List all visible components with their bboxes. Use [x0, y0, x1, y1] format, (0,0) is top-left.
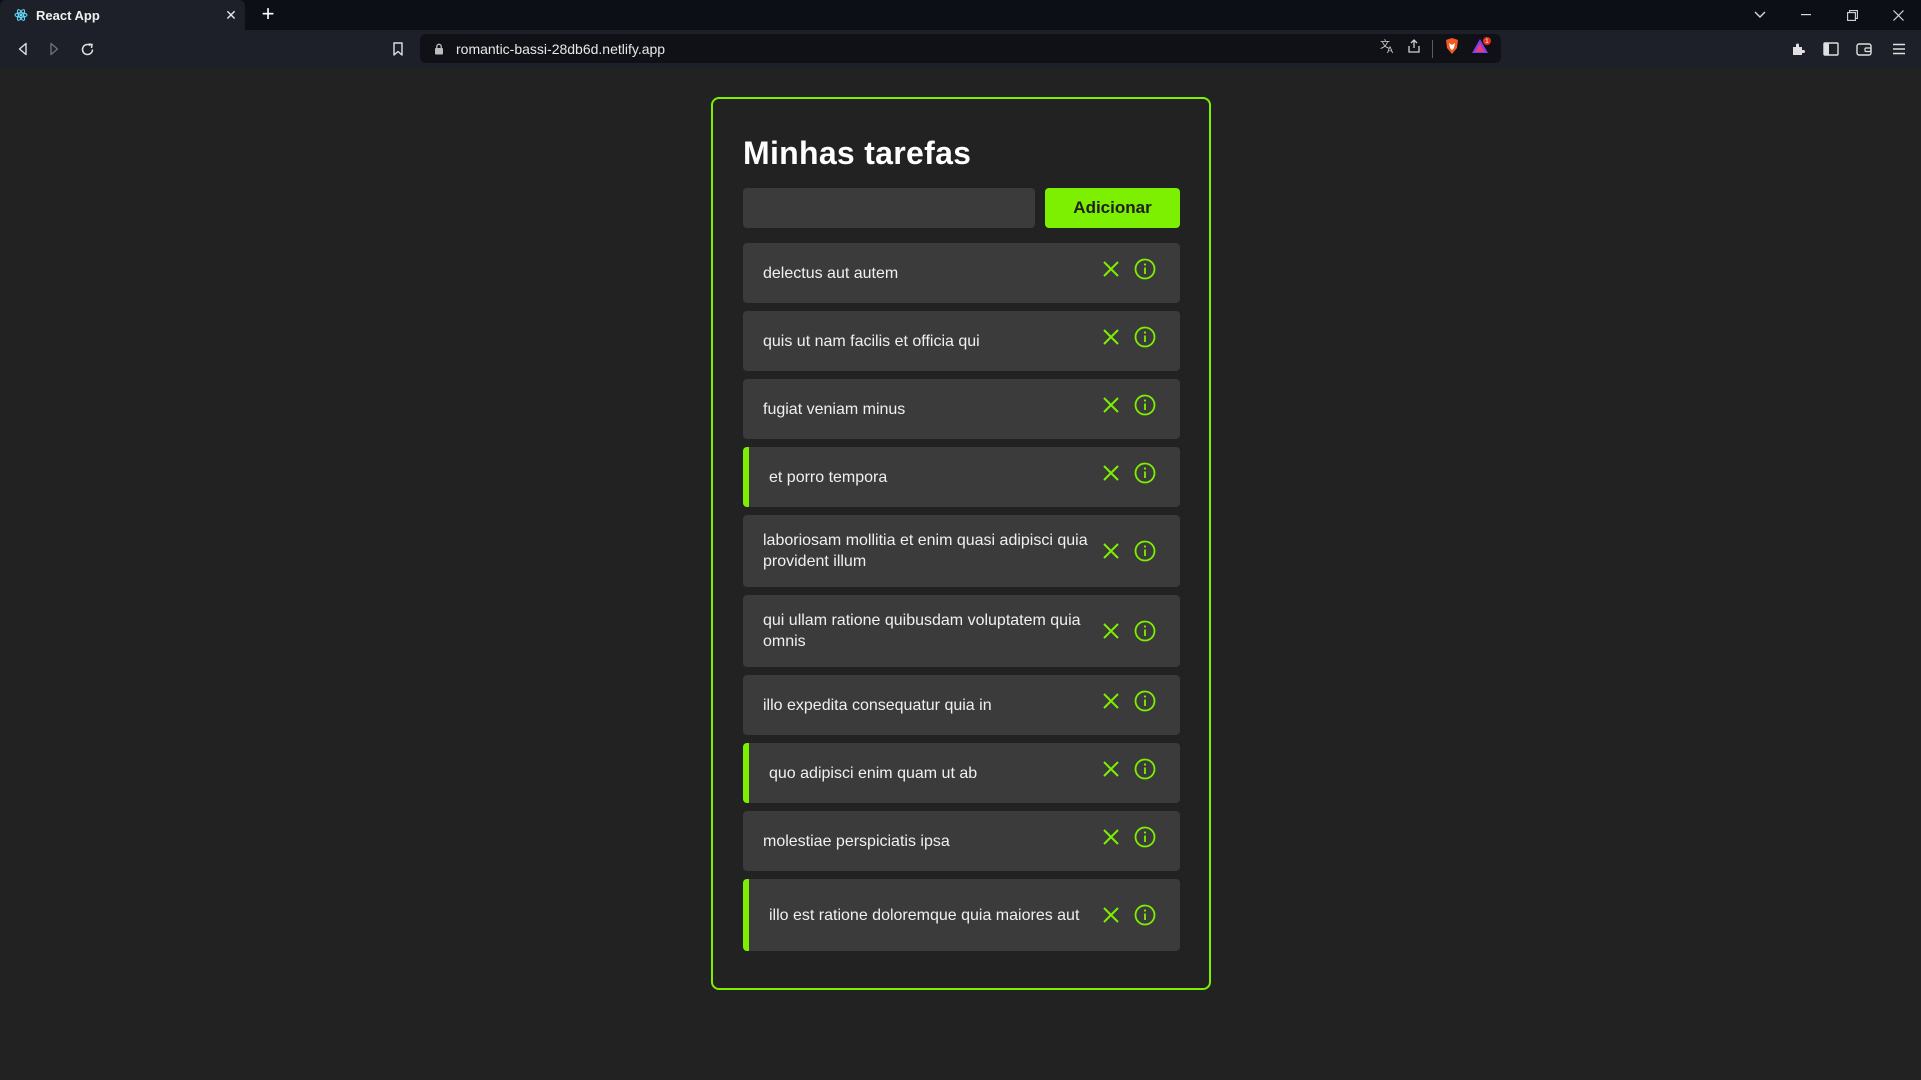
forward-icon[interactable]	[43, 38, 65, 60]
task-title: delectus aut autem	[763, 264, 899, 282]
task-input[interactable]	[743, 188, 1035, 228]
task-item-completed[interactable]: quo adipisci enim quam ut ab	[743, 743, 1180, 803]
task-list: delectus aut autem quis ut nam facilis e…	[743, 243, 1180, 959]
menu-icon[interactable]	[1888, 38, 1910, 60]
task-title: quis ut nam facilis et officia qui	[763, 332, 980, 350]
delete-task-icon[interactable]	[1100, 326, 1122, 348]
delete-task-icon[interactable]	[1100, 462, 1122, 484]
add-task-button[interactable]: Adicionar	[1045, 188, 1180, 228]
sidebar-icon[interactable]	[1820, 38, 1842, 60]
task-item[interactable]: quis ut nam facilis et officia qui	[743, 311, 1180, 371]
task-info-icon[interactable]	[1134, 394, 1156, 416]
toolbar-divider	[1432, 39, 1433, 58]
task-item[interactable]: qui ullam ratione quibusdam voluptatem q…	[743, 595, 1180, 667]
extensions-icon[interactable]	[1787, 38, 1809, 60]
translate-icon[interactable]: 文A	[1380, 38, 1396, 59]
task-item[interactable]: laboriosam mollitia et enim quasi adipis…	[743, 515, 1180, 587]
delete-task-icon[interactable]	[1100, 540, 1122, 562]
browser-tab-bar: React App ✕ +	[0, 0, 1921, 30]
tab-list-chevron-icon[interactable]	[1737, 0, 1783, 30]
brave-rewards-icon[interactable]: 1	[1471, 37, 1491, 60]
task-item-completed[interactable]: illo est ratione doloremque quia maiores…	[743, 879, 1180, 951]
close-window-button[interactable]	[1875, 0, 1921, 30]
task-info-icon[interactable]	[1134, 690, 1156, 712]
task-item[interactable]: illo expedita consequatur quia in	[743, 675, 1180, 735]
address-bar[interactable]: romantic-bassi-28db6d.netlify.app 文A 1	[420, 34, 1501, 63]
task-info-icon[interactable]	[1134, 758, 1156, 780]
task-info-icon[interactable]	[1134, 826, 1156, 848]
task-title: fugiat veniam minus	[763, 400, 906, 418]
tab-close-icon[interactable]: ✕	[217, 7, 245, 24]
task-item[interactable]: molestiae perspiciatis ipsa	[743, 811, 1180, 871]
todo-card: Minhas tarefas Adicionar delectus aut au…	[711, 97, 1211, 990]
reload-icon[interactable]	[76, 38, 98, 60]
task-title: et porro tempora	[769, 468, 888, 486]
task-title: laboriosam mollitia et enim quasi adipis…	[763, 532, 1088, 570]
task-info-icon[interactable]	[1134, 620, 1156, 642]
task-item-completed[interactable]: et porro tempora	[743, 447, 1180, 507]
back-icon[interactable]	[12, 38, 34, 60]
share-icon[interactable]	[1406, 38, 1422, 59]
task-info-icon[interactable]	[1134, 540, 1156, 562]
delete-task-icon[interactable]	[1100, 394, 1122, 416]
task-title: qui ullam ratione quibusdam voluptatem q…	[763, 612, 1081, 650]
svg-text:A: A	[1387, 45, 1393, 54]
delete-task-icon[interactable]	[1100, 904, 1122, 926]
delete-task-icon[interactable]	[1100, 758, 1122, 780]
task-info-icon[interactable]	[1134, 904, 1156, 926]
delete-task-icon[interactable]	[1100, 826, 1122, 848]
delete-task-icon[interactable]	[1100, 258, 1122, 280]
task-title: quo adipisci enim quam ut ab	[769, 764, 978, 782]
minimize-button[interactable]	[1783, 0, 1829, 30]
delete-task-icon[interactable]	[1100, 690, 1122, 712]
brave-shield-icon[interactable]	[1443, 37, 1461, 60]
task-title: illo est ratione doloremque quia maiores…	[769, 906, 1080, 924]
task-info-icon[interactable]	[1134, 462, 1156, 484]
lock-icon	[434, 42, 446, 56]
bookmark-icon[interactable]	[387, 38, 409, 60]
browser-toolbar: romantic-bassi-28db6d.netlify.app 文A 1	[0, 30, 1921, 68]
new-tab-button[interactable]: +	[256, 3, 280, 27]
page-title: Minhas tarefas	[743, 135, 972, 171]
browser-tab[interactable]: React App ✕	[0, 0, 245, 30]
delete-task-icon[interactable]	[1100, 620, 1122, 642]
tab-title: React App	[36, 7, 100, 23]
wallet-icon[interactable]	[1853, 38, 1875, 60]
task-title: illo expedita consequatur quia in	[763, 696, 992, 714]
task-info-icon[interactable]	[1134, 258, 1156, 280]
task-item[interactable]: delectus aut autem	[743, 243, 1180, 303]
restore-button[interactable]	[1829, 0, 1875, 30]
task-title: molestiae perspiciatis ipsa	[763, 832, 950, 850]
url-text: romantic-bassi-28db6d.netlify.app	[456, 40, 666, 57]
task-info-icon[interactable]	[1134, 326, 1156, 348]
task-item[interactable]: fugiat veniam minus	[743, 379, 1180, 439]
react-favicon-icon	[14, 8, 28, 22]
